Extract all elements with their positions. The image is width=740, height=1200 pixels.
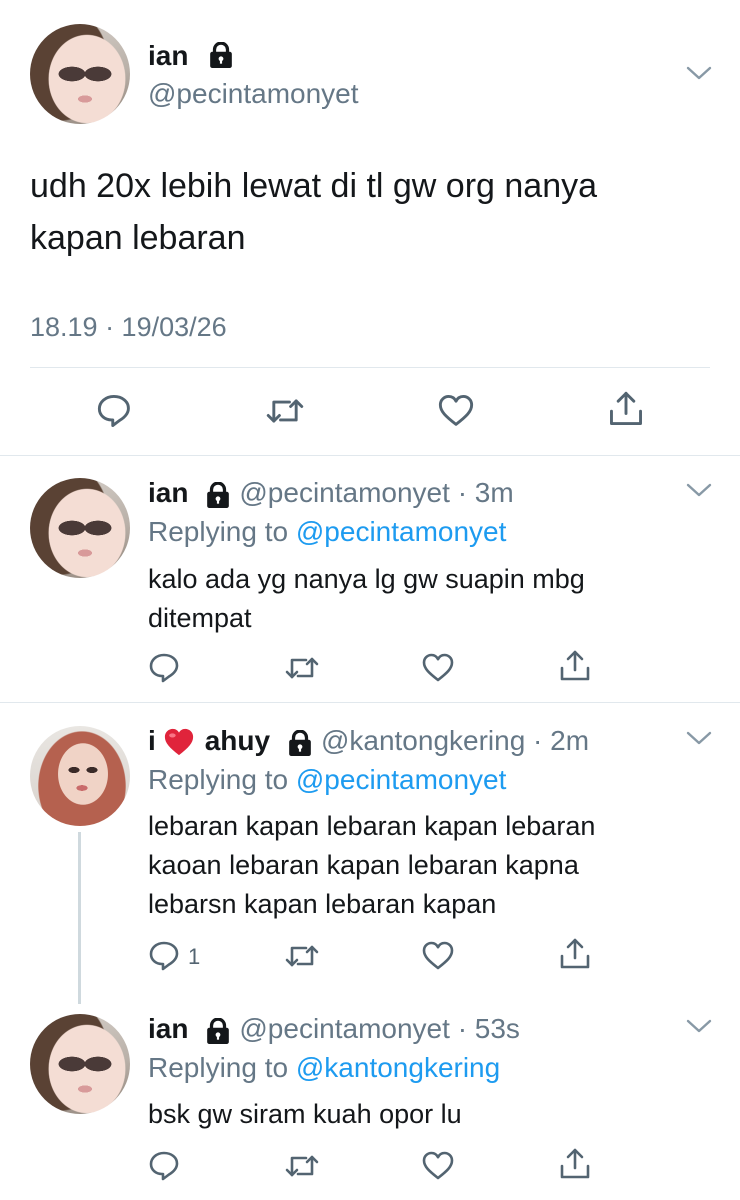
author-handle[interactable]: @kantongkering · 2m — [321, 725, 589, 756]
chevron-down-icon[interactable] — [685, 60, 713, 86]
tweet-timestamp[interactable]: 18.19 · 19/03/26 — [30, 312, 227, 343]
replying-to: Replying to @pecintamonyet — [148, 764, 507, 795]
avatar[interactable] — [30, 726, 130, 826]
reply-text: kalo ada yg nanya lg gw suapin mbg ditem… — [148, 564, 585, 633]
mention-link[interactable]: @kantongkering — [296, 1052, 500, 1083]
reply-count: 1 — [188, 944, 201, 969]
share-icon[interactable] — [558, 1147, 592, 1181]
author-name[interactable]: ian — [148, 40, 234, 72]
like-icon[interactable] — [421, 651, 455, 685]
retweet-icon[interactable] — [264, 392, 306, 430]
like-icon[interactable] — [437, 392, 475, 430]
lock-icon — [208, 41, 234, 68]
divider — [0, 702, 740, 703]
like-icon[interactable] — [421, 1149, 455, 1183]
retweet-icon[interactable] — [283, 651, 321, 685]
reply-icon[interactable] — [148, 651, 182, 685]
author-name[interactable]: ahuy — [205, 725, 270, 756]
share-icon[interactable] — [558, 937, 592, 971]
retweet-icon[interactable] — [283, 1149, 321, 1183]
share-icon[interactable] — [558, 649, 592, 683]
tweet-text: udh 20x lebih lewat di tl gw org nanya k… — [30, 167, 598, 257]
chevron-down-icon[interactable] — [685, 725, 713, 751]
reply-icon[interactable] — [148, 939, 182, 973]
share-icon[interactable] — [607, 390, 645, 428]
reply-text: lebaran kapan lebaran kapan lebaran kaoa… — [148, 811, 596, 919]
chevron-down-icon[interactable] — [685, 1013, 713, 1039]
author-handle[interactable]: @pecintamonyet · 3m — [239, 477, 513, 508]
replying-to: Replying to @kantongkering — [148, 1052, 501, 1083]
red-heart-emoji — [165, 728, 194, 755]
lock-icon — [287, 729, 312, 756]
reply-header: i ahuy @kantongkering · 2m — [148, 725, 589, 758]
author-name[interactable]: i — [148, 725, 156, 756]
avatar[interactable] — [30, 478, 130, 578]
mention-link[interactable]: @pecintamonyet — [296, 764, 507, 795]
reply-text: bsk gw siram kuah opor lu — [148, 1099, 462, 1129]
reply-header: ian @pecintamonyet · 53s — [148, 1013, 520, 1045]
avatar[interactable] — [30, 1014, 130, 1114]
replying-to: Replying to @pecintamonyet — [148, 516, 507, 547]
lock-icon — [205, 1017, 231, 1044]
like-icon[interactable] — [421, 939, 455, 973]
reply-icon[interactable] — [96, 392, 134, 430]
author-name[interactable]: ian — [148, 477, 188, 508]
mention-link[interactable]: @pecintamonyet — [296, 516, 507, 547]
avatar[interactable] — [30, 24, 130, 124]
thread-connector — [78, 832, 81, 1004]
divider — [0, 455, 740, 456]
reply-header: ian @pecintamonyet · 3m — [148, 477, 514, 509]
divider — [30, 367, 710, 368]
author-handle[interactable]: @pecintamonyet · 53s — [239, 1013, 520, 1044]
lock-icon — [205, 481, 231, 508]
retweet-icon[interactable] — [283, 939, 321, 973]
author-handle[interactable]: @pecintamonyet — [148, 78, 359, 110]
reply-icon[interactable] — [148, 1149, 182, 1183]
chevron-down-icon[interactable] — [685, 477, 713, 503]
author-name[interactable]: ian — [148, 1013, 188, 1044]
